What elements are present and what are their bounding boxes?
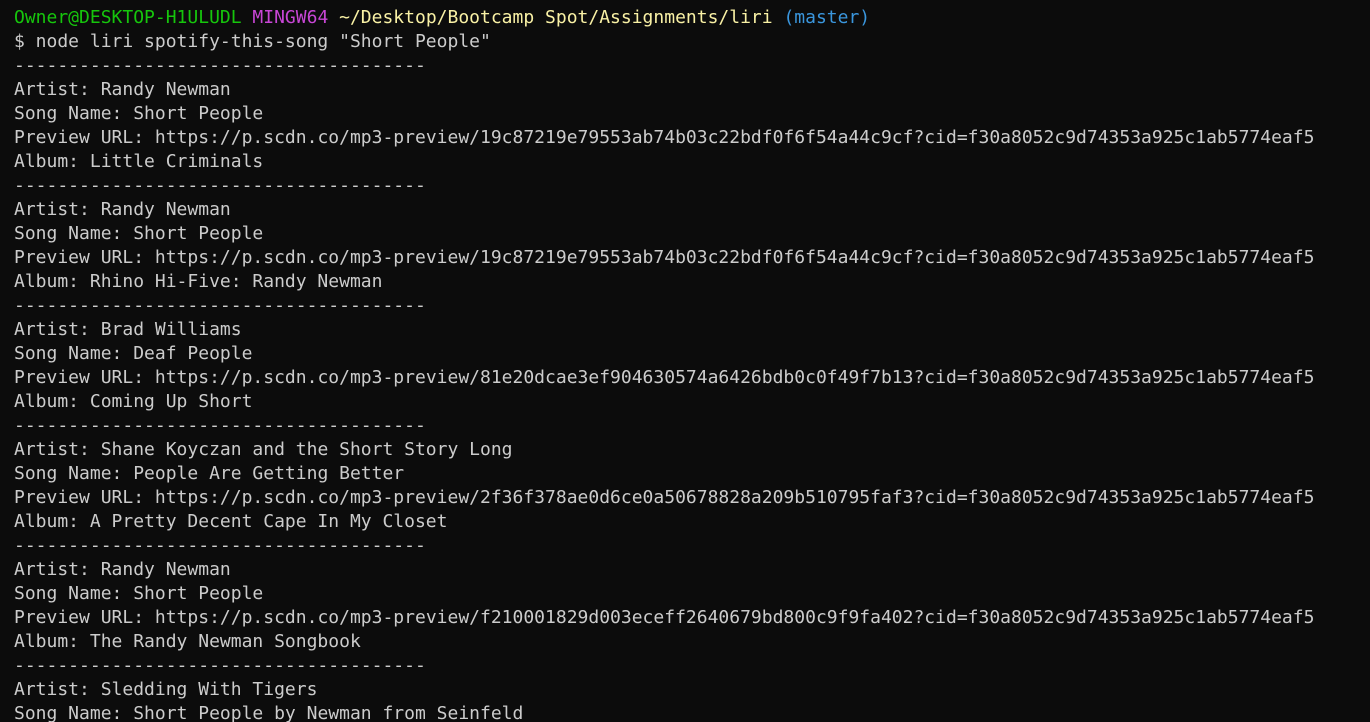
- artist-line: Artist: Randy Newman: [14, 78, 231, 102]
- artist-line: Artist: Randy Newman: [14, 198, 231, 222]
- preview-url-line-value: https://p.scdn.co/mp3-preview/f210001829…: [154, 607, 1315, 628]
- artist-line-label: Artist:: [14, 679, 101, 700]
- preview-url-line: Preview URL: https://p.scdn.co/mp3-previ…: [14, 126, 1314, 150]
- song-name-line-value: Short People by Newman from Seinfeld: [133, 703, 524, 722]
- separator-line-value: --------------------------------------: [14, 415, 426, 436]
- preview-url-line: Preview URL: https://p.scdn.co/mp3-previ…: [14, 366, 1314, 390]
- artist-line-label: Artist:: [14, 559, 101, 580]
- album-line: Album: Rhino Hi-Five: Randy Newman: [14, 270, 382, 294]
- preview-url-line-label: Preview URL:: [14, 127, 155, 148]
- album-line-value: Rhino Hi-Five: Randy Newman: [89, 271, 383, 292]
- prompt-line: Owner@DESKTOP-H1ULUDL MINGW64 ~/Desktop/…: [14, 6, 870, 30]
- preview-url-line-value: https://p.scdn.co/mp3-preview/19c87219e7…: [154, 247, 1315, 268]
- artist-line-label: Artist:: [14, 79, 101, 100]
- album-line-label: Album:: [14, 151, 90, 172]
- preview-url-line-label: Preview URL:: [14, 247, 155, 268]
- preview-url-line-label: Preview URL:: [14, 487, 155, 508]
- album-line-value: The Randy Newman Songbook: [89, 631, 361, 652]
- artist-line-label: Artist:: [14, 439, 101, 460]
- song-name-line: Song Name: Short People by Newman from S…: [14, 702, 523, 722]
- separator-line-value: --------------------------------------: [14, 535, 426, 556]
- separator-line: --------------------------------------: [14, 174, 426, 198]
- artist-line-value: Randy Newman: [100, 199, 231, 220]
- song-name-line-value: People Are Getting Better: [133, 463, 405, 484]
- separator-line: --------------------------------------: [14, 414, 426, 438]
- preview-url-line-value: https://p.scdn.co/mp3-preview/2f36f378ae…: [154, 487, 1315, 508]
- artist-line-value: Shane Koyczan and the Short Story Long: [100, 439, 513, 460]
- album-line: Album: A Pretty Decent Cape In My Closet: [14, 510, 447, 534]
- prompt-path: ~/Desktop/Bootcamp Spot/Assignments/liri: [339, 7, 773, 28]
- prompt-branch: (master): [783, 7, 871, 28]
- song-name-line-label: Song Name:: [14, 463, 134, 484]
- preview-url-line: Preview URL: https://p.scdn.co/mp3-previ…: [14, 246, 1314, 270]
- song-name-line: Song Name: Short People: [14, 582, 263, 606]
- preview-url-line-value: https://p.scdn.co/mp3-preview/19c87219e7…: [154, 127, 1315, 148]
- song-name-line-label: Song Name:: [14, 223, 134, 244]
- album-line: Album: Coming Up Short: [14, 390, 252, 414]
- album-line-value: Little Criminals: [89, 151, 264, 172]
- artist-line: Artist: Brad Williams: [14, 318, 242, 342]
- artist-line-value: Brad Williams: [100, 319, 242, 340]
- song-name-line-value: Deaf People: [133, 343, 253, 364]
- song-name-line-label: Song Name:: [14, 583, 134, 604]
- song-name-line: Song Name: Deaf People: [14, 342, 252, 366]
- prompt-user-host: Owner@DESKTOP-H1ULUDL: [14, 7, 242, 28]
- separator-line-value: --------------------------------------: [14, 655, 426, 676]
- artist-line-value: Sledding With Tigers: [100, 679, 318, 700]
- album-line-value: Coming Up Short: [89, 391, 253, 412]
- album-line: Album: The Randy Newman Songbook: [14, 630, 361, 654]
- song-name-line-value: Short People: [133, 103, 264, 124]
- song-name-line-label: Song Name:: [14, 343, 134, 364]
- song-name-line-value: Short People: [133, 583, 264, 604]
- separator-line: --------------------------------------: [14, 534, 426, 558]
- terminal-window[interactable]: Owner@DESKTOP-H1ULUDL MINGW64 ~/Desktop/…: [0, 0, 1370, 722]
- album-line-label: Album:: [14, 391, 90, 412]
- artist-line: Artist: Randy Newman: [14, 558, 231, 582]
- artist-line: Artist: Sledding With Tigers: [14, 678, 317, 702]
- artist-line-label: Artist:: [14, 319, 101, 340]
- album-line-value: A Pretty Decent Cape In My Closet: [89, 511, 448, 532]
- separator-line-value: --------------------------------------: [14, 295, 426, 316]
- separator-line: --------------------------------------: [14, 654, 426, 678]
- song-name-line-label: Song Name:: [14, 103, 134, 124]
- command-line: $ node liri spotify-this-song "Short Peo…: [14, 31, 491, 52]
- album-line-label: Album:: [14, 271, 90, 292]
- artist-line-label: Artist:: [14, 199, 101, 220]
- album-line-label: Album:: [14, 511, 90, 532]
- song-name-line-value: Short People: [133, 223, 264, 244]
- artist-line: Artist: Shane Koyczan and the Short Stor…: [14, 438, 513, 462]
- preview-url-line-label: Preview URL:: [14, 367, 155, 388]
- album-line: Album: Little Criminals: [14, 150, 263, 174]
- separator-line-value: --------------------------------------: [14, 55, 426, 76]
- song-name-line-label: Song Name:: [14, 703, 134, 722]
- preview-url-line-value: https://p.scdn.co/mp3-preview/81e20dcae3…: [154, 367, 1315, 388]
- artist-line-value: Randy Newman: [100, 559, 231, 580]
- album-line-label: Album:: [14, 631, 90, 652]
- preview-url-line-label: Preview URL:: [14, 607, 155, 628]
- artist-line-value: Randy Newman: [100, 79, 231, 100]
- song-name-line: Song Name: People Are Getting Better: [14, 462, 404, 486]
- prompt-env: MINGW64: [252, 7, 329, 28]
- separator-line: --------------------------------------: [14, 54, 426, 78]
- song-name-line: Song Name: Short People: [14, 222, 263, 246]
- preview-url-line: Preview URL: https://p.scdn.co/mp3-previ…: [14, 486, 1314, 510]
- separator-line: --------------------------------------: [14, 294, 426, 318]
- preview-url-line: Preview URL: https://p.scdn.co/mp3-previ…: [14, 606, 1314, 630]
- separator-line-value: --------------------------------------: [14, 175, 426, 196]
- song-name-line: Song Name: Short People: [14, 102, 263, 126]
